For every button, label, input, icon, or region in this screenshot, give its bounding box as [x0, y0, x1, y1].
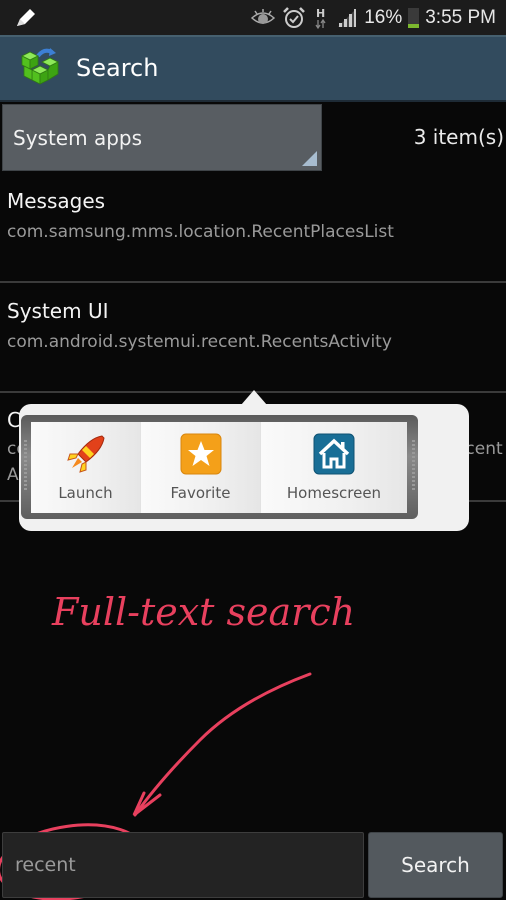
scroll-grip-right[interactable]	[412, 440, 415, 490]
alarm-icon	[283, 6, 306, 28]
search-button[interactable]: Search	[368, 832, 503, 898]
annotation-arrowhead	[132, 791, 162, 817]
favorite-button[interactable]: Favorite	[141, 422, 261, 513]
list-item-title: System UI	[7, 299, 109, 323]
rocket-icon	[64, 432, 108, 476]
result-count: 3 item(s)	[413, 125, 504, 149]
category-spinner[interactable]: System apps	[2, 104, 322, 171]
eye-icon	[251, 8, 276, 24]
signal-icon	[338, 8, 357, 27]
list-item[interactable]: System UI com.android.systemui.recent.Re…	[0, 284, 506, 393]
favorite-label: Favorite	[170, 484, 231, 502]
popup-arrow	[241, 390, 267, 405]
homescreen-label: Homescreen	[286, 484, 382, 502]
list-item-activity: com.samsung.mms.location.RecentPlacesLis…	[7, 222, 394, 242]
launch-label: Launch	[58, 484, 113, 502]
battery-icon	[408, 7, 420, 28]
quick-action-frame: Launch Favorite Homescreen	[21, 415, 418, 519]
h-data-icon: H	[315, 7, 326, 29]
annotation-text: Full-text search	[51, 590, 355, 634]
pen-icon	[17, 9, 35, 26]
launch-button[interactable]: Launch	[31, 422, 141, 513]
clock: 3:55 PM	[425, 6, 496, 28]
star-icon	[179, 432, 223, 476]
list-item[interactable]: Messages com.samsung.mms.location.Recent…	[0, 174, 506, 283]
status-bar: H 16% 3:55 PM	[0, 0, 506, 35]
search-input[interactable]	[2, 832, 364, 898]
list-item-activity: com.android.systemui.recent.RecentsActiv…	[7, 332, 392, 352]
home-icon	[312, 432, 356, 476]
svg-text:H: H	[316, 7, 325, 20]
registry-cubes-icon[interactable]	[20, 48, 64, 88]
dropdown-corner-icon	[302, 151, 317, 166]
battery-percent: 16%	[364, 6, 403, 28]
page-title: Search	[76, 54, 159, 82]
homescreen-button[interactable]: Homescreen	[261, 422, 407, 513]
action-bar: Search	[0, 35, 506, 102]
list-item-activity-line2: A	[7, 465, 19, 485]
annotation-arrow	[133, 672, 312, 817]
quick-action-bar: Launch Favorite Homescreen	[31, 422, 407, 513]
spinner-selected-value: System apps	[13, 126, 143, 150]
list-item-title: Messages	[7, 189, 106, 213]
scroll-grip-left[interactable]	[24, 440, 27, 490]
